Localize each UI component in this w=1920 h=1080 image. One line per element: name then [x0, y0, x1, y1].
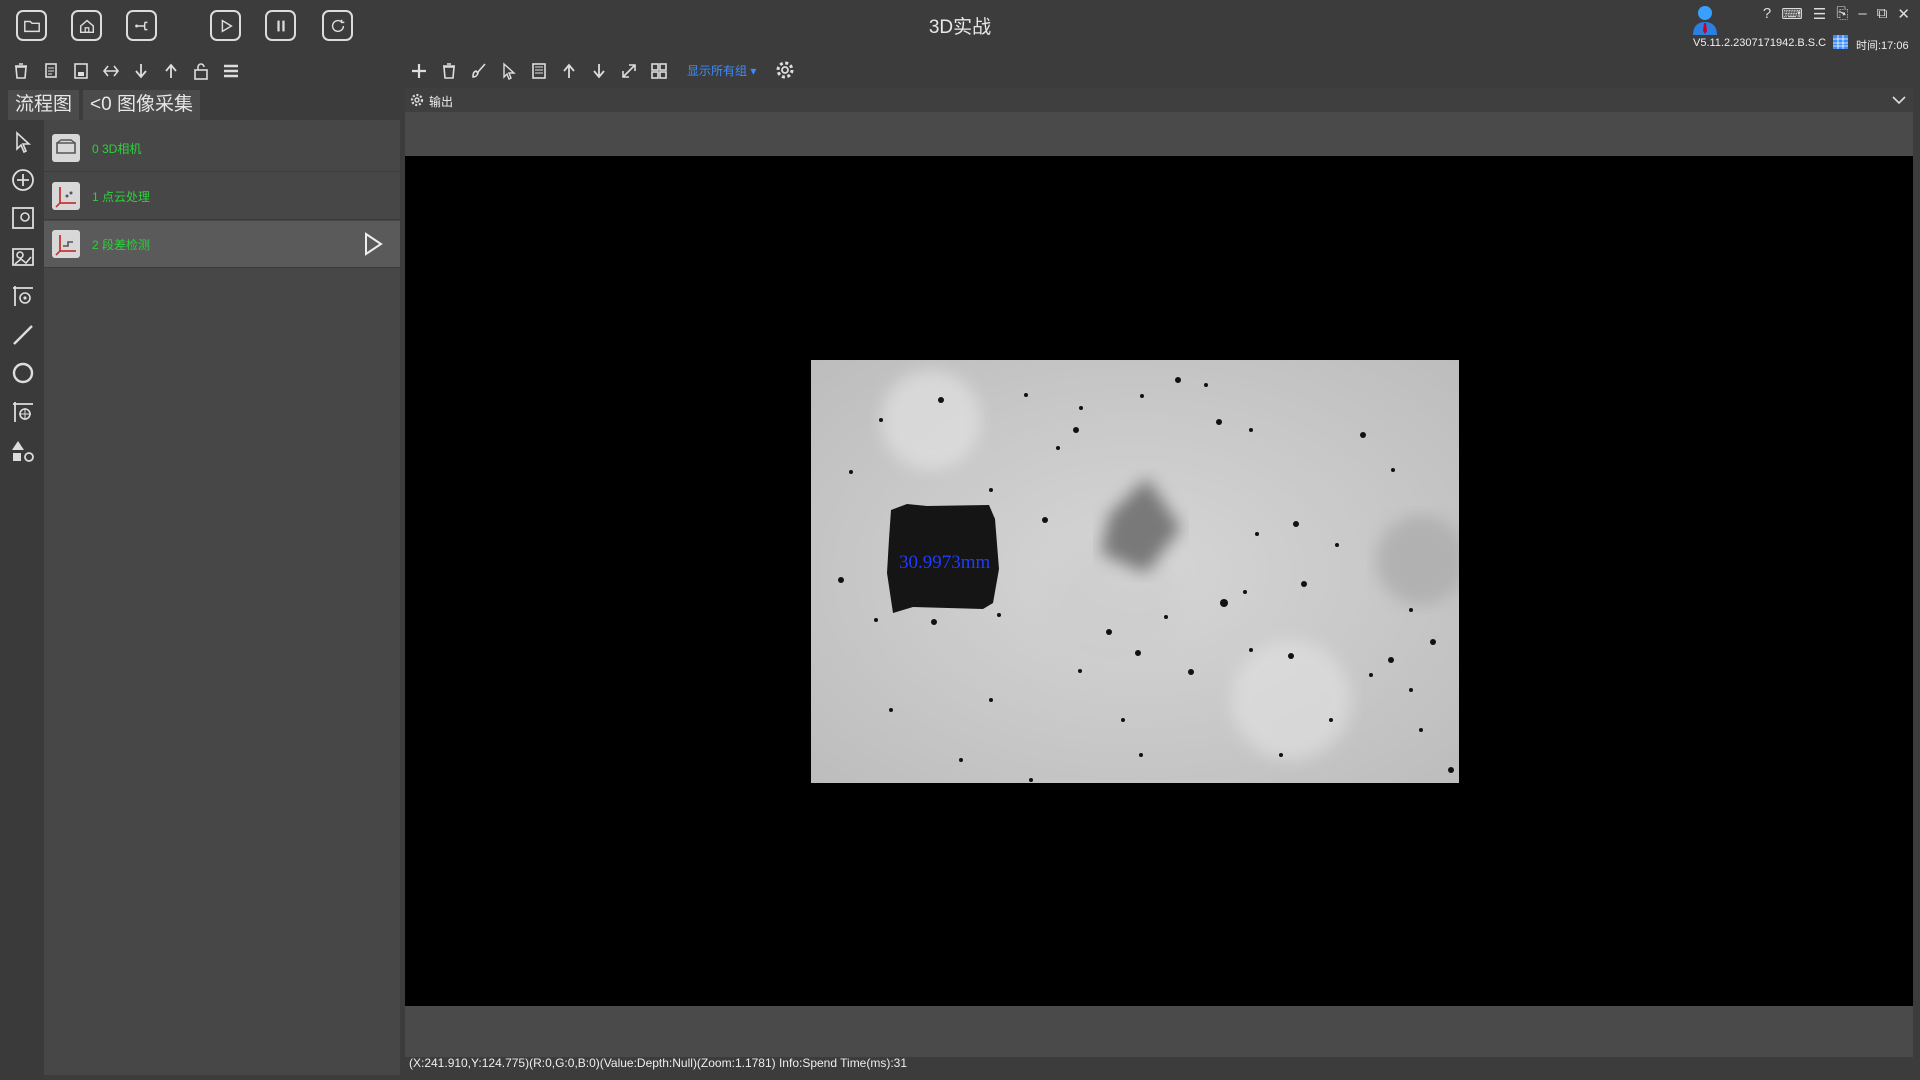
status-bar-text: (X:241.910,Y:124.775)(R:0,G:0,B:0)(Value… — [409, 1056, 908, 1070]
calendar-icon — [1832, 34, 1849, 50]
image-acquire-icon[interactable] — [8, 203, 38, 233]
line-tool-icon[interactable] — [8, 320, 38, 350]
copy-icon[interactable] — [40, 60, 62, 82]
show-all-groups-dropdown[interactable]: 显示所有组 ▾ — [687, 62, 756, 79]
calculator-icon[interactable] — [528, 60, 550, 82]
flow-node-label: 0 3D相机 — [92, 142, 142, 156]
unlock-icon[interactable] — [190, 60, 212, 82]
run-node-play-icon[interactable] — [362, 231, 384, 257]
pointer-icon[interactable] — [498, 60, 520, 82]
dropdown-label: 显示所有组 — [687, 64, 748, 78]
depth-image-graphic: 30.9973mm — [811, 360, 1466, 783]
flow-node-step-detection[interactable]: 2 段差检测 — [44, 221, 400, 268]
arrow-up-icon[interactable] — [558, 60, 580, 82]
menu-icon[interactable]: ☰ — [1813, 5, 1826, 23]
save-icon[interactable] — [70, 60, 92, 82]
flow-panel: 0 3D相机 1 点云处理 2 段差检测 — [44, 120, 400, 1075]
keyboard-icon[interactable]: ⌨ — [1781, 5, 1803, 23]
collapse-chevron-icon[interactable] — [1891, 92, 1907, 108]
flow-node-label: 2 段差检测 — [92, 238, 151, 252]
move-down-icon[interactable] — [130, 60, 152, 82]
window-title: 3D实战 — [928, 17, 992, 38]
help-icon[interactable]: ? — [1763, 5, 1771, 23]
caret-down-icon: ▾ — [747, 64, 757, 78]
tool-toolbar — [408, 60, 678, 82]
expand-icon[interactable] — [618, 60, 640, 82]
tool-sidebar — [0, 120, 44, 1080]
pin-icon[interactable]: ⎘ — [1836, 5, 1848, 23]
add-icon[interactable] — [408, 60, 430, 82]
output-bar: 输出 — [405, 88, 1913, 112]
measure-value-label: 30.9973mm — [899, 552, 991, 573]
flow-node-label: 1 点云处理 — [92, 190, 151, 204]
shapes-icon[interactable] — [8, 436, 38, 466]
tab-bar: 流程图 <0 图像采集 — [8, 90, 204, 120]
window-controls: ? ⌨ ☰ ⎘ – ⧉ ✕ — [1763, 5, 1910, 23]
version-text: V5.11.2.2307171942.B.S.C — [1693, 37, 1827, 49]
close-button[interactable]: ✕ — [1897, 5, 1910, 23]
image-process-icon[interactable] — [8, 242, 38, 272]
user-avatar[interactable] — [1690, 3, 1720, 35]
camera-module-icon — [52, 134, 80, 162]
delete-icon[interactable] — [10, 60, 32, 82]
settings-gear-icon[interactable] — [775, 60, 795, 80]
minimize-button[interactable]: – — [1858, 5, 1866, 23]
arrow-down-icon[interactable] — [588, 60, 610, 82]
tab-flowchart[interactable]: 流程图 — [8, 90, 80, 120]
measure-icon[interactable] — [8, 397, 38, 427]
output-label: 输出 — [429, 95, 454, 109]
clock-text: 时间:17:06 — [1856, 40, 1909, 52]
step-detection-icon — [52, 230, 80, 258]
add-circle-icon[interactable] — [8, 165, 38, 195]
restore-button[interactable]: ⧉ — [1877, 5, 1888, 23]
output-gear-icon[interactable] — [410, 93, 424, 107]
grid-icon[interactable] — [648, 60, 670, 82]
flow-node-3d-camera[interactable]: 0 3D相机 — [44, 125, 400, 172]
move-up-icon[interactable] — [160, 60, 182, 82]
split-icon[interactable] — [100, 60, 122, 82]
select-tool-icon[interactable] — [8, 128, 38, 158]
trash-icon[interactable] — [438, 60, 460, 82]
locate-icon[interactable] — [8, 281, 38, 311]
list-icon[interactable] — [220, 60, 242, 82]
point-cloud-icon — [52, 182, 80, 210]
tab-image-acquisition[interactable]: <0 图像采集 — [83, 90, 200, 120]
flow-toolbar — [10, 60, 250, 82]
flow-node-point-cloud[interactable]: 1 点云处理 — [44, 173, 400, 220]
circle-tool-icon[interactable] — [8, 358, 38, 388]
user-icon — [1693, 6, 1717, 35]
brush-icon[interactable] — [468, 60, 490, 82]
depth-image[interactable]: 30.9973mm — [811, 360, 1466, 783]
